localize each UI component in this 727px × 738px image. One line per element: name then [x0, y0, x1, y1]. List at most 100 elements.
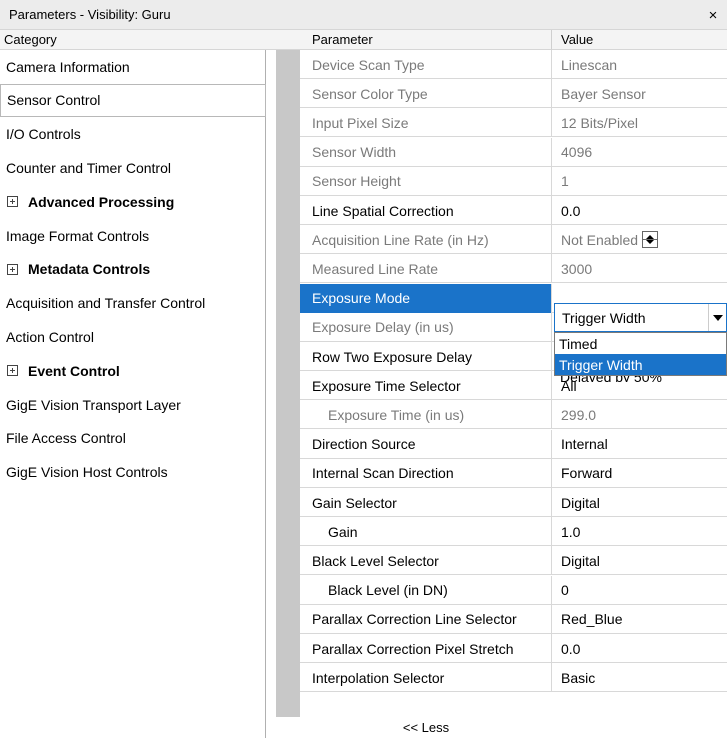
parameter-row[interactable]: Line Spatial Correction 0.0: [300, 196, 727, 225]
expand-plus-icon[interactable]: [7, 196, 18, 208]
category-label: Counter and Timer Control: [6, 159, 171, 176]
parameter-name: Parallax Correction Line Selector: [300, 604, 552, 634]
parameter-row[interactable]: Sensor Width 4096: [300, 137, 727, 167]
category-label: File Access Control: [6, 430, 126, 447]
parameter-value-text: Internal: [561, 436, 608, 453]
parameter-value-text: 12 Bits/Pixel: [561, 114, 639, 131]
parameter-name: Acquisition Line Rate (in Hz): [300, 225, 552, 255]
parameter-value-text: Linescan: [561, 56, 618, 73]
category-label: Acquisition and Transfer Control: [6, 295, 206, 312]
category-label: GigE Vision Host Controls: [6, 464, 168, 481]
parameter-value-text: 0: [561, 582, 569, 599]
category-label: Camera Information: [6, 58, 130, 75]
parameter-row[interactable]: Parallax Correction Pixel Stretch 0.0: [300, 634, 727, 663]
parameter-value[interactable]: 0.0: [552, 634, 727, 663]
parameter-value-text: Digital: [561, 552, 600, 569]
parameter-value[interactable]: Internal: [552, 430, 727, 459]
parameter-value-text: Bayer Sensor: [561, 85, 646, 102]
parameter-value-text: Not Enabled: [561, 231, 639, 248]
category-item[interactable]: GigE Vision Transport Layer: [0, 388, 266, 421]
parameter-row[interactable]: Sensor Height 1: [300, 166, 727, 196]
spinner-icon[interactable]: [642, 231, 659, 249]
close-icon[interactable]: ×: [699, 0, 727, 30]
category-item[interactable]: Counter and Timer Control: [0, 151, 266, 184]
dropdown-option[interactable]: Trigger Width: [555, 354, 726, 375]
category-item[interactable]: Sensor Control: [0, 83, 266, 117]
parameter-row[interactable]: Internal Scan Direction Forward: [300, 458, 727, 488]
parameter-value[interactable]: Digital: [552, 546, 727, 575]
category-column-header[interactable]: Category: [0, 30, 300, 50]
expand-plus-icon[interactable]: [7, 365, 18, 377]
parameter-value[interactable]: 0.0: [552, 196, 727, 225]
parameter-row[interactable]: Gain Selector Digital: [300, 488, 727, 517]
category-item[interactable]: Image Format Controls: [0, 219, 266, 252]
parameter-column-header[interactable]: Parameter: [300, 30, 552, 50]
parameter-name: Interpolation Selector: [300, 663, 552, 693]
parameter-row[interactable]: Exposure Time (in us) 299.0: [300, 400, 727, 430]
parameter-value: Bayer Sensor: [552, 79, 727, 108]
parameter-name: Sensor Height: [300, 166, 552, 196]
category-item[interactable]: Advanced Processing: [0, 185, 266, 218]
category-item[interactable]: Metadata Controls: [0, 253, 266, 286]
parameter-row[interactable]: Sensor Color Type Bayer Sensor: [300, 79, 727, 109]
parameter-name: Device Scan Type: [300, 50, 552, 79]
parameter-name: Exposure Mode: [300, 283, 552, 313]
parameter-name: Gain Selector: [300, 488, 552, 517]
category-item[interactable]: Acquisition and Transfer Control: [0, 287, 266, 320]
parameter-row[interactable]: Interpolation Selector Basic: [300, 663, 727, 693]
category-label: Sensor Control: [7, 92, 101, 109]
category-item[interactable]: Camera Information: [0, 50, 266, 83]
category-label: Image Format Controls: [6, 227, 150, 244]
parameter-value[interactable]: 0: [552, 576, 727, 605]
category-item[interactable]: Action Control: [0, 320, 266, 353]
parameter-value: 1: [552, 167, 727, 196]
combobox-value: Trigger Width: [562, 309, 646, 326]
category-label: Advanced Processing: [28, 193, 175, 210]
parameter-value: Linescan: [552, 50, 727, 79]
parameter-row[interactable]: Gain 1.0: [300, 517, 727, 547]
category-list: Camera Information Sensor Control I/O Cont…: [0, 50, 266, 738]
category-item[interactable]: File Access Control: [0, 422, 266, 455]
parameter-value-text: Digital: [561, 494, 600, 511]
parameter-row[interactable]: Black Level (in DN) 0: [300, 575, 727, 605]
parameter-name: Exposure Time Selector: [300, 371, 552, 401]
category-item[interactable]: Event Control: [0, 354, 266, 387]
category-label: Action Control: [6, 328, 94, 345]
parameter-row[interactable]: Acquisition Line Rate (in Hz) Not Enabled: [300, 225, 727, 255]
parameter-row[interactable]: Device Scan Type Linescan: [300, 50, 727, 79]
parameter-name: Direction Source: [300, 429, 552, 459]
parameter-row[interactable]: Direction Source Internal: [300, 429, 727, 459]
parameter-value: Not Enabled: [552, 225, 727, 254]
parameter-value-text: 1.0: [561, 523, 581, 540]
parameter-row[interactable]: Input Pixel Size 12 Bits/Pixel: [300, 108, 727, 138]
parameter-value[interactable]: Digital: [552, 488, 727, 517]
category-item[interactable]: I/O Controls: [0, 118, 266, 151]
parameter-name: Sensor Width: [300, 137, 552, 167]
category-item[interactable]: GigE Vision Host Controls: [0, 456, 266, 489]
parameter-row[interactable]: Parallax Correction Line Selector Red_Blu…: [300, 604, 727, 634]
parameter-value-text: 3000: [561, 260, 593, 277]
parameter-value[interactable]: Forward: [552, 459, 727, 488]
parameter-value[interactable]: 1.0: [552, 517, 727, 546]
parameter-value-text: 0.0: [561, 202, 581, 219]
exposure-mode-combobox[interactable]: Trigger Width: [554, 303, 727, 332]
parameter-name: Input Pixel Size: [300, 108, 552, 138]
category-label: Event Control: [28, 362, 120, 379]
parameter-row[interactable]: Black Level Selector Digital: [300, 546, 727, 576]
title-bar: Parameters - Visibility: Guru ×: [0, 0, 727, 30]
parameter-value[interactable]: Red_Blue: [552, 605, 727, 634]
parameter-name: Gain: [300, 517, 552, 547]
parameter-value: 299.0: [552, 400, 727, 429]
parameter-value[interactable]: Basic: [552, 663, 727, 692]
less-link[interactable]: << Less: [300, 717, 552, 738]
parameter-value-text: 299.0: [561, 406, 597, 423]
parameter-name: Sensor Color Type: [300, 79, 552, 109]
parameter-row[interactable]: Measured Line Rate 3000: [300, 254, 727, 284]
dropdown-option[interactable]: Timed: [555, 333, 726, 354]
parameter-name: Measured Line Rate: [300, 254, 552, 284]
expand-plus-icon[interactable]: [7, 263, 18, 275]
chevron-down-icon[interactable]: [708, 304, 726, 331]
row-header-gutter: [276, 50, 300, 717]
value-column-header[interactable]: Value: [552, 30, 727, 50]
exposure-mode-dropdown-list: Timed Trigger Width: [554, 332, 727, 376]
